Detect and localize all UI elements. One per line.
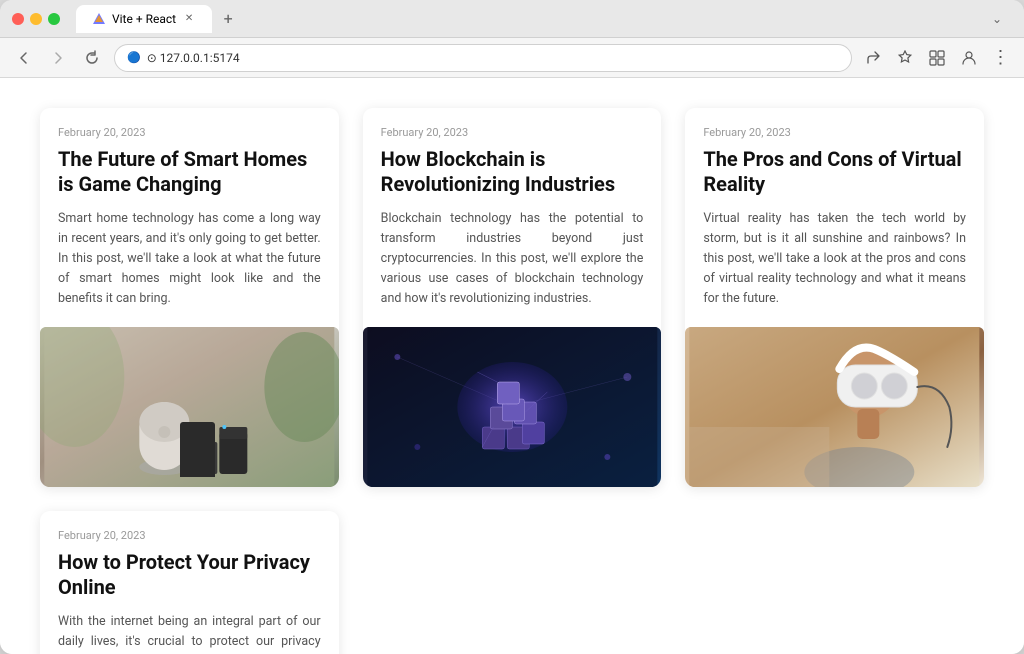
security-lock-icon: 🔵 — [127, 51, 141, 64]
blog-card-privacy[interactable]: February 20, 2023 How to Protect Your Pr… — [40, 511, 339, 654]
maximize-button[interactable] — [48, 13, 60, 25]
card-text-area: February 20, 2023 How Blockchain is Revo… — [363, 108, 662, 323]
share-button[interactable] — [862, 47, 884, 69]
profile-button[interactable] — [958, 47, 980, 69]
page-content: February 20, 2023 The Future of Smart Ho… — [0, 78, 1024, 654]
tab-close-button[interactable]: ✕ — [182, 12, 196, 26]
tab-favicon — [92, 12, 106, 26]
blog-card-smart-homes[interactable]: February 20, 2023 The Future of Smart Ho… — [40, 108, 339, 487]
card-title: The Pros and Cons of Virtual Reality — [703, 147, 966, 197]
new-tab-button[interactable]: + — [216, 7, 240, 31]
more-options-button[interactable]: ⋮ — [990, 47, 1012, 69]
card-date: February 20, 2023 — [58, 126, 321, 139]
card-excerpt: Smart home technology has come a long wa… — [58, 209, 321, 309]
blog-card-vr[interactable]: February 20, 2023 The Pros and Cons of V… — [685, 108, 984, 487]
tab-label: Vite + React — [112, 12, 176, 26]
card-image — [363, 327, 662, 487]
view-toggle-button[interactable] — [926, 47, 948, 69]
vr-image — [685, 327, 984, 487]
traffic-lights — [12, 13, 60, 25]
blog-grid-bottom: February 20, 2023 How to Protect Your Pr… — [40, 511, 984, 654]
toolbar-actions: ⋮ — [862, 47, 1012, 69]
card-title: The Future of Smart Homes is Game Changi… — [58, 147, 321, 197]
card-title: How Blockchain is Revolutionizing Indust… — [381, 147, 644, 197]
card-date: February 20, 2023 — [58, 529, 321, 542]
card-title: How to Protect Your Privacy Online — [58, 550, 321, 600]
blockchain-image — [363, 327, 662, 487]
browser-window: Vite + React ✕ + ⌄ 🔵 ⊙ 127.0.0.1:5174 — [0, 0, 1024, 654]
blog-grid-top: February 20, 2023 The Future of Smart Ho… — [40, 108, 984, 487]
address-bar[interactable]: 🔵 ⊙ 127.0.0.1:5174 — [114, 44, 852, 72]
minimize-button[interactable] — [30, 13, 42, 25]
reload-button[interactable] — [80, 46, 104, 70]
card-excerpt: Blockchain technology has the potential … — [381, 209, 644, 309]
active-tab[interactable]: Vite + React ✕ — [76, 5, 212, 33]
forward-button[interactable] — [46, 46, 70, 70]
blog-card-blockchain[interactable]: February 20, 2023 How Blockchain is Revo… — [363, 108, 662, 487]
back-button[interactable] — [12, 46, 36, 70]
close-button[interactable] — [12, 13, 24, 25]
browser-toolbar: 🔵 ⊙ 127.0.0.1:5174 — [0, 38, 1024, 78]
smart-home-image — [40, 327, 339, 487]
tab-bar: Vite + React ✕ + — [76, 5, 984, 33]
card-text-area: February 20, 2023 The Pros and Cons of V… — [685, 108, 984, 323]
window-menu-button[interactable]: ⌄ — [992, 12, 1012, 26]
bookmark-button[interactable] — [894, 47, 916, 69]
card-image — [40, 327, 339, 487]
browser-titlebar: Vite + React ✕ + ⌄ — [0, 0, 1024, 38]
card-date: February 20, 2023 — [703, 126, 966, 139]
url-text: ⊙ 127.0.0.1:5174 — [147, 51, 240, 65]
card-excerpt: With the internet being an integral part… — [58, 612, 321, 654]
card-date: February 20, 2023 — [381, 126, 644, 139]
card-excerpt: Virtual reality has taken the tech world… — [703, 209, 966, 309]
card-image — [685, 327, 984, 487]
card-text-area: February 20, 2023 How to Protect Your Pr… — [40, 511, 339, 654]
card-text-area: February 20, 2023 The Future of Smart Ho… — [40, 108, 339, 323]
